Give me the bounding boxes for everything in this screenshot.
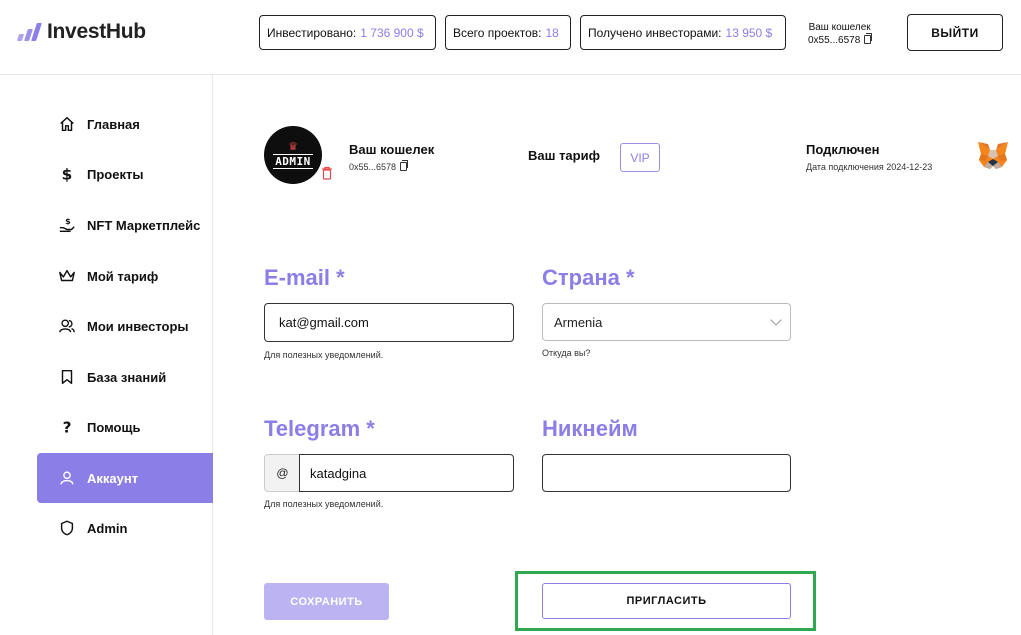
invite-button[interactable]: ПРИГЛАСИТЬ	[542, 583, 791, 619]
logo[interactable]: InvestHub	[16, 20, 146, 44]
sidebar-item-my-tariff[interactable]: Мой тариф	[37, 251, 213, 301]
home-icon	[57, 114, 77, 134]
stat-invested: Инвестировано: 1 736 900 $	[259, 15, 436, 50]
logout-button[interactable]: ВЫЙТИ	[907, 14, 1003, 51]
stat-value: 1 736 900 $	[360, 25, 424, 40]
logo-bars-icon	[16, 23, 42, 41]
crown-icon: ♛	[288, 140, 298, 153]
telegram-help: Для полезных уведомлений.	[264, 499, 384, 509]
telegram-field[interactable]	[299, 454, 514, 492]
country-select[interactable]: Armenia	[542, 303, 791, 341]
trash-icon[interactable]	[320, 166, 334, 180]
sidebar-item-label: Admin	[87, 520, 128, 536]
stat-label: Всего проектов:	[453, 25, 542, 40]
sidebar-item-home[interactable]: Главная	[37, 99, 213, 149]
nickname-field[interactable]	[542, 454, 791, 492]
question-icon: ?	[57, 417, 77, 437]
profile-wallet-address-row: 0x55...6578	[349, 160, 409, 172]
avatar-text: ADMIN	[273, 153, 313, 169]
sidebar-item-my-investors[interactable]: Мои инвесторы	[37, 301, 213, 351]
header-wallet: Ваш кошелек 0x55...6578	[808, 21, 873, 47]
svg-text:$: $	[62, 165, 73, 183]
email-label: E-mail *	[264, 265, 345, 290]
profile-wallet-address: 0x55...6578	[349, 162, 397, 172]
header-wallet-label: Ваш кошелек	[808, 22, 871, 33]
sidebar-item-admin[interactable]: Admin	[37, 503, 213, 553]
stat-label: Получено инвесторами:	[588, 25, 722, 40]
stat-label: Инвестировано:	[267, 25, 357, 40]
connection-date: Дата подключения 2024-12-23	[806, 162, 933, 172]
sidebar-item-account[interactable]: Аккаунт	[37, 453, 213, 503]
avatar[interactable]: ♛ ADMIN	[264, 126, 322, 184]
sidebar-item-label: Аккаунт	[87, 470, 139, 486]
connection-status: Подключен	[806, 142, 880, 157]
sidebar-item-label: Главная	[87, 116, 140, 132]
svg-text:?: ?	[63, 418, 72, 436]
country-help: Откуда вы?	[542, 348, 591, 358]
stat-value: 13 950 $	[725, 25, 773, 40]
tariff-badge: VIP	[620, 143, 660, 172]
copy-icon[interactable]	[400, 160, 409, 171]
crown-icon	[57, 266, 77, 286]
users-icon	[57, 316, 77, 336]
sidebar-item-label: Мой тариф	[87, 268, 159, 284]
save-button[interactable]: СОХРАНИТЬ	[264, 583, 389, 620]
nickname-label: Никнейм	[542, 416, 638, 441]
sidebar-item-label: NFT Маркетплейс	[87, 217, 201, 233]
email-help: Для полезных уведомлений.	[264, 350, 384, 360]
stat-value: 18	[545, 25, 559, 40]
country-value: Armenia	[554, 314, 603, 330]
sidebar-item-label: Мои инвесторы	[87, 318, 189, 334]
user-icon	[57, 468, 77, 488]
tariff-title: Ваш тариф	[528, 148, 600, 163]
sidebar-item-label: База знаний	[87, 369, 167, 385]
logo-text: InvestHub	[47, 20, 146, 43]
dollar-icon: $	[57, 164, 77, 184]
svg-text:$: $	[65, 216, 71, 226]
email-field[interactable]	[264, 303, 514, 342]
stat-projects: Всего проектов: 18	[445, 15, 571, 50]
metamask-fox-icon[interactable]	[976, 140, 1010, 172]
bookmark-icon	[57, 367, 77, 387]
sidebar-item-nft-marketplace[interactable]: $ NFT Маркетплейс	[37, 200, 213, 250]
stat-received: Получено инвесторами: 13 950 $	[580, 15, 786, 50]
shield-icon	[57, 518, 77, 538]
sidebar-item-knowledge-base[interactable]: База знаний	[37, 352, 213, 402]
sidebar-item-label: Помощь	[87, 419, 141, 435]
header-wallet-address: 0x55...6578	[808, 35, 861, 46]
sidebar-item-help[interactable]: ? Помощь	[37, 402, 213, 452]
telegram-label: Telegram *	[264, 416, 375, 441]
copy-icon[interactable]	[864, 33, 873, 44]
country-label: Страна *	[542, 265, 635, 290]
profile-wallet-title: Ваш кошелек	[349, 142, 435, 157]
top-header: InvestHub Инвестировано: 1 736 900 $ Все…	[0, 0, 1021, 75]
sidebar: Главная $ Проекты $ NFT Маркетплейс Мой …	[0, 75, 213, 635]
chevron-down-icon	[770, 314, 782, 326]
sidebar-item-projects[interactable]: $ Проекты	[37, 149, 213, 199]
telegram-at-prefix: @	[264, 454, 300, 492]
sidebar-item-label: Проекты	[87, 166, 144, 182]
hand-coin-icon: $	[57, 215, 77, 235]
